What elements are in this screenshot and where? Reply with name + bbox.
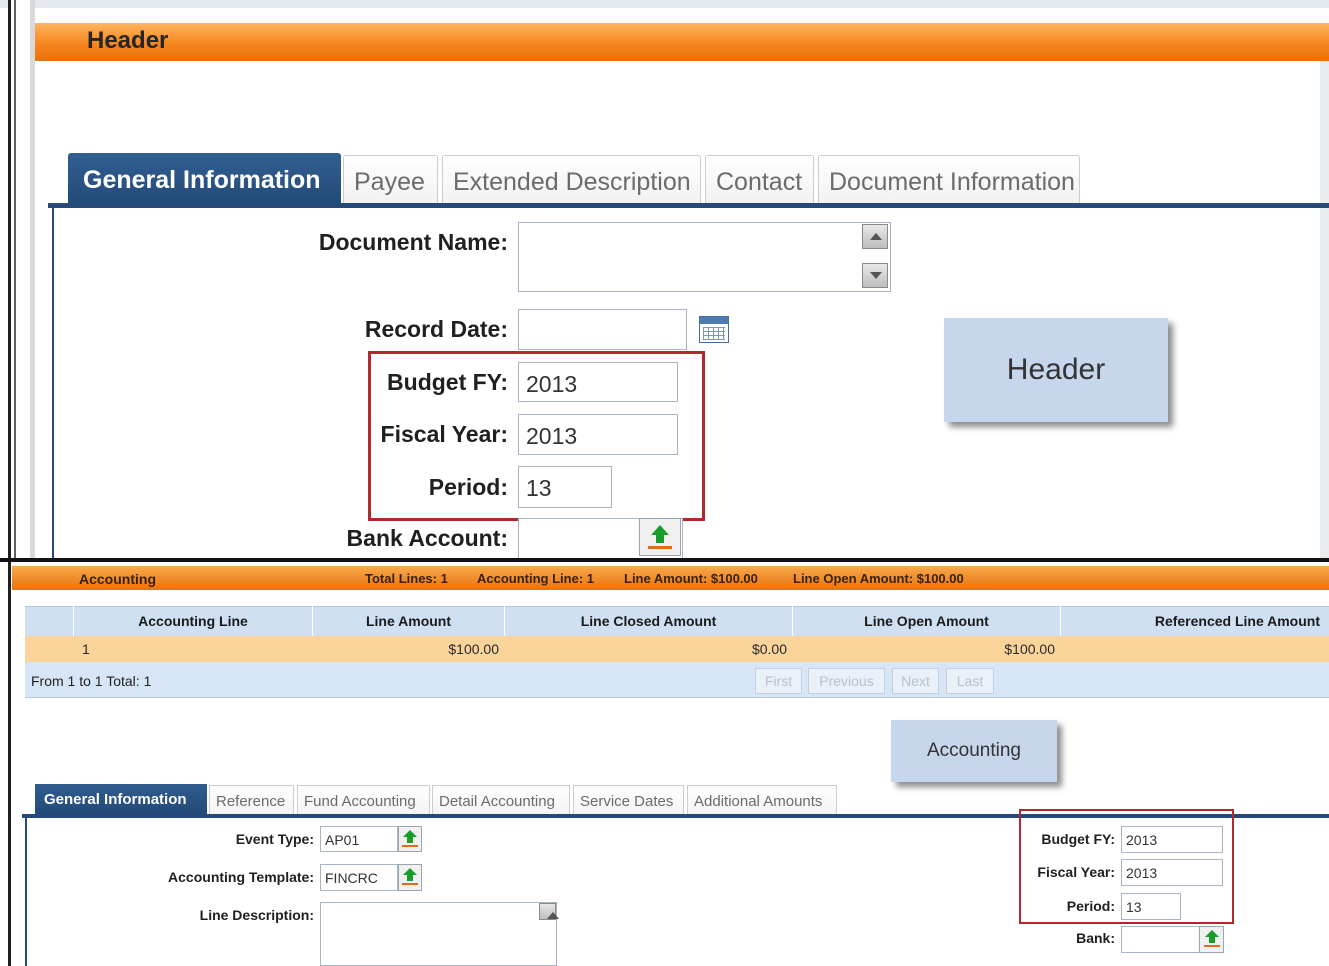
tab-payee[interactable]: Payee [343,155,438,205]
line-description-label: Line Description: [199,907,314,923]
grid-footer [25,662,1329,698]
right-border [1320,60,1329,560]
line-amount-summary: Line Amount: $100.00 [624,571,758,586]
line-open-amount-summary: Line Open Amount: $100.00 [793,571,964,586]
tab-extended-description[interactable]: Extended Description [442,155,701,205]
column-header-line-closed-amount[interactable]: Line Closed Amount [505,606,793,636]
record-date-label: Record Date: [364,316,508,342]
line-description-textarea[interactable] [320,902,557,966]
left-border [8,562,11,966]
first-page-button[interactable]: First [755,668,802,694]
header-section-bar[interactable] [35,23,1329,61]
tab-content-border [52,207,54,560]
cell-accounting-line: 1 [82,641,90,657]
tab-content-border [25,818,27,966]
tab-contact[interactable]: Contact [705,155,814,205]
left-border-shade [30,0,35,560]
column-header-accounting-line[interactable]: Accounting Line [74,606,313,636]
highlight-box [368,351,705,521]
pagination-summary: From 1 to 1 Total: 1 [31,673,152,689]
event-type-label: Event Type: [235,831,314,847]
header-panel: Header General Information Payee Extende… [0,0,1329,560]
lookup-arrow-icon[interactable] [398,864,422,891]
top-border [0,0,1329,8]
grid-select-column [25,606,74,636]
document-name-label: Document Name: [318,229,508,255]
record-date-input[interactable] [518,309,687,350]
column-header-referenced-line-amount[interactable]: Referenced Line Amount [1061,606,1329,636]
tab-service-dates[interactable]: Service Dates [573,785,684,815]
lookup-arrow-icon[interactable] [1199,926,1224,953]
tab-document-information[interactable]: Document Information [818,155,1080,205]
lookup-arrow-icon[interactable] [398,826,422,852]
header-callout: Header [944,318,1168,422]
accounting-line-summary: Accounting Line: 1 [477,571,594,586]
cell-line-open-amount: $100.00 [1004,641,1055,657]
screenshot-divider [0,558,1329,562]
event-type-input[interactable]: AP01 [320,826,398,852]
tab-additional-amounts[interactable]: Additional Amounts [687,785,837,815]
bank-account-label: Bank Account: [346,525,508,551]
next-page-button[interactable]: Next [892,668,939,694]
previous-page-button[interactable]: Previous [808,668,885,694]
accounting-section-title: Accounting [79,571,156,587]
tab-reference[interactable]: Reference [209,785,294,815]
accounting-template-input[interactable]: FINCRC [320,864,398,891]
accounting-callout: Accounting [891,720,1057,782]
calendar-icon[interactable] [699,316,729,343]
header-section-title: Header [87,27,169,54]
left-border-inner [14,0,16,560]
document-name-textarea[interactable] [518,222,891,292]
tab-general-information[interactable]: General Information [35,784,207,815]
left-border [8,0,11,560]
document-name-text [519,223,859,291]
lookup-arrow-icon[interactable] [639,518,681,556]
tab-general-information[interactable]: General Information [68,153,341,205]
total-lines-summary: Total Lines: 1 [365,571,448,586]
last-page-button[interactable]: Last [946,668,994,694]
tab-underline [48,203,1329,208]
scroll-up-icon[interactable] [539,903,559,920]
bank-label: Bank: [1076,930,1115,946]
highlight-box [1019,809,1234,924]
tab-fund-accounting[interactable]: Fund Accounting [297,785,430,815]
bank-input[interactable] [1121,926,1201,953]
cell-line-closed-amount: $0.00 [751,641,787,657]
column-header-line-open-amount[interactable]: Line Open Amount [793,606,1061,636]
accounting-template-label: Accounting Template: [168,869,314,885]
cell-line-amount: $100.00 [448,641,499,657]
scroll-down-icon[interactable] [862,263,888,288]
tab-detail-accounting[interactable]: Detail Accounting [432,785,570,815]
column-header-line-amount[interactable]: Line Amount [313,606,505,636]
scroll-up-icon[interactable] [862,224,888,249]
table-row[interactable] [25,636,1329,662]
